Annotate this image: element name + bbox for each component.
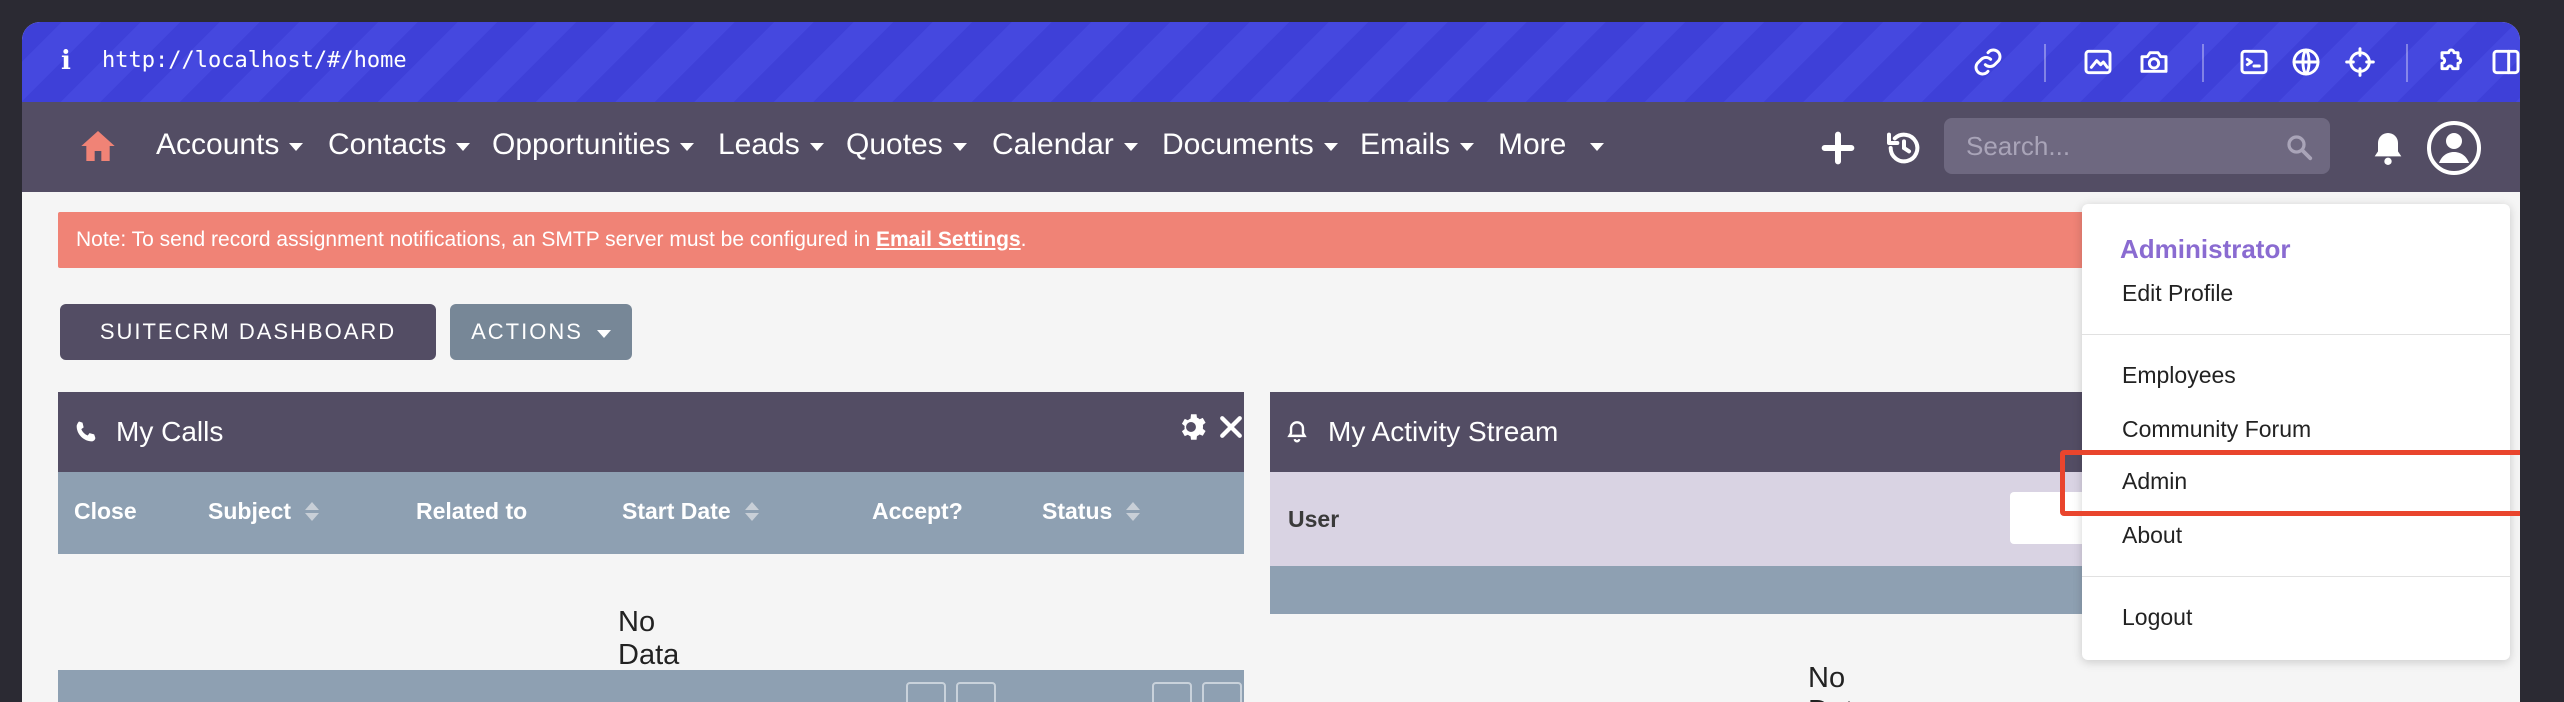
info-icon[interactable]: i [56, 46, 76, 76]
menu-divider [2082, 334, 2510, 335]
extensions-icon[interactable] [2432, 44, 2468, 80]
admin-highlight-box [2060, 450, 2520, 516]
chevron-down-icon [289, 143, 304, 151]
nav-calendar[interactable]: Calendar [992, 128, 1138, 162]
toolbar-divider [2406, 44, 2408, 82]
chevron-down-icon [1460, 143, 1475, 151]
chevron-down-icon [1123, 143, 1138, 151]
nav-contacts[interactable]: Contacts [328, 128, 471, 162]
camera-icon[interactable] [2136, 44, 2172, 80]
dashlet-header: My Calls [58, 392, 1244, 472]
history-icon[interactable] [1884, 128, 1924, 168]
smtp-notice-banner: Note: To send record assignment notifica… [58, 212, 2308, 268]
notice-suffix: . [1020, 228, 1027, 251]
empty-message: No Data [1808, 662, 1869, 702]
nav-documents[interactable]: Documents [1162, 128, 1338, 162]
menu-item-employees[interactable]: Employees [2122, 362, 2236, 389]
pagination-button[interactable] [906, 682, 946, 702]
suitecrm-dashboard-button[interactable]: SUITECRM DASHBOARD [60, 304, 436, 360]
column-related-to[interactable]: Related to [416, 498, 527, 525]
actions-label: ACTIONS [471, 319, 583, 344]
nav-opportunities[interactable]: Opportunities [492, 128, 695, 162]
dashlet-title: My Activity Stream [1328, 416, 1559, 447]
bell-icon[interactable] [2368, 126, 2408, 170]
column-close[interactable]: Close [74, 498, 137, 525]
empty-message: No Data [618, 606, 680, 671]
crosshair-icon[interactable] [2342, 44, 2378, 80]
globe-icon[interactable] [2288, 44, 2324, 80]
dashlet-title: My Calls [116, 416, 224, 447]
column-subject[interactable]: Subject [208, 498, 320, 525]
menu-username: Administrator [2120, 234, 2291, 264]
user-avatar-icon[interactable] [2426, 120, 2482, 176]
phone-icon [76, 421, 96, 442]
chevron-down-icon [596, 330, 611, 338]
toolbar-divider [2044, 44, 2046, 82]
chevron-down-icon [952, 143, 967, 151]
global-search [1944, 118, 2330, 174]
nav-more[interactable]: More [1498, 128, 1605, 162]
sort-icon [744, 502, 759, 521]
actions-button[interactable]: ACTIONS [450, 304, 632, 360]
column-start-date[interactable]: Start Date [622, 498, 759, 525]
bell-icon [1287, 421, 1307, 443]
chevron-down-icon [809, 143, 824, 151]
toolbar-divider [2202, 44, 2204, 82]
pagination-button[interactable] [956, 682, 996, 702]
search-input[interactable] [1944, 118, 2264, 174]
close-icon[interactable] [1216, 412, 1246, 442]
email-settings-link[interactable]: Email Settings [876, 228, 1021, 251]
link-icon[interactable] [1970, 44, 2006, 80]
home-icon[interactable] [78, 126, 118, 166]
nav-quotes[interactable]: Quotes [846, 128, 967, 162]
column-accept[interactable]: Accept? [872, 498, 963, 525]
pagination-button[interactable] [1152, 682, 1192, 702]
sort-icon [1126, 502, 1141, 521]
sidebar-toggle-icon[interactable] [2488, 44, 2520, 80]
menu-item-edit-profile[interactable]: Edit Profile [2122, 280, 2233, 307]
gear-icon[interactable] [1174, 410, 1208, 444]
search-icon[interactable] [2284, 132, 2314, 162]
chevron-down-icon [1323, 143, 1338, 151]
notice-text: Note: To send record assignment notifica… [76, 228, 876, 251]
nav-emails[interactable]: Emails [1360, 128, 1475, 162]
menu-item-community-forum[interactable]: Community Forum [2122, 416, 2311, 443]
pagination-bar [58, 670, 1244, 702]
plus-icon[interactable] [1818, 128, 1858, 168]
menu-item-logout[interactable]: Logout [2122, 604, 2192, 631]
pagination-button[interactable] [1202, 682, 1242, 702]
browser-window: i http://localhost/#/home Accounts Conta… [22, 22, 2520, 702]
browser-toolbar: i http://localhost/#/home [22, 22, 2520, 106]
nav-accounts[interactable]: Accounts [156, 128, 304, 162]
sort-icon [305, 502, 320, 521]
user-dropdown-menu: Administrator Edit Profile Employees Com… [2082, 204, 2510, 660]
menu-divider [2082, 576, 2510, 577]
chevron-down-icon [680, 143, 695, 151]
address-bar[interactable]: http://localhost/#/home [102, 48, 407, 73]
screenshot-icon[interactable] [2080, 44, 2116, 80]
nav-leads[interactable]: Leads [718, 128, 824, 162]
chevron-down-icon [1590, 143, 1605, 151]
terminal-icon[interactable] [2236, 44, 2272, 80]
chevron-down-icon [456, 143, 471, 151]
column-status[interactable]: Status [1042, 498, 1141, 525]
menu-item-about[interactable]: About [2122, 522, 2182, 549]
column-user: User [1288, 506, 1340, 532]
table-header: Close Subject Related to Start Date Acce… [58, 472, 1244, 554]
main-navigation: Accounts Contacts Opportunities Leads Qu… [22, 102, 2520, 192]
